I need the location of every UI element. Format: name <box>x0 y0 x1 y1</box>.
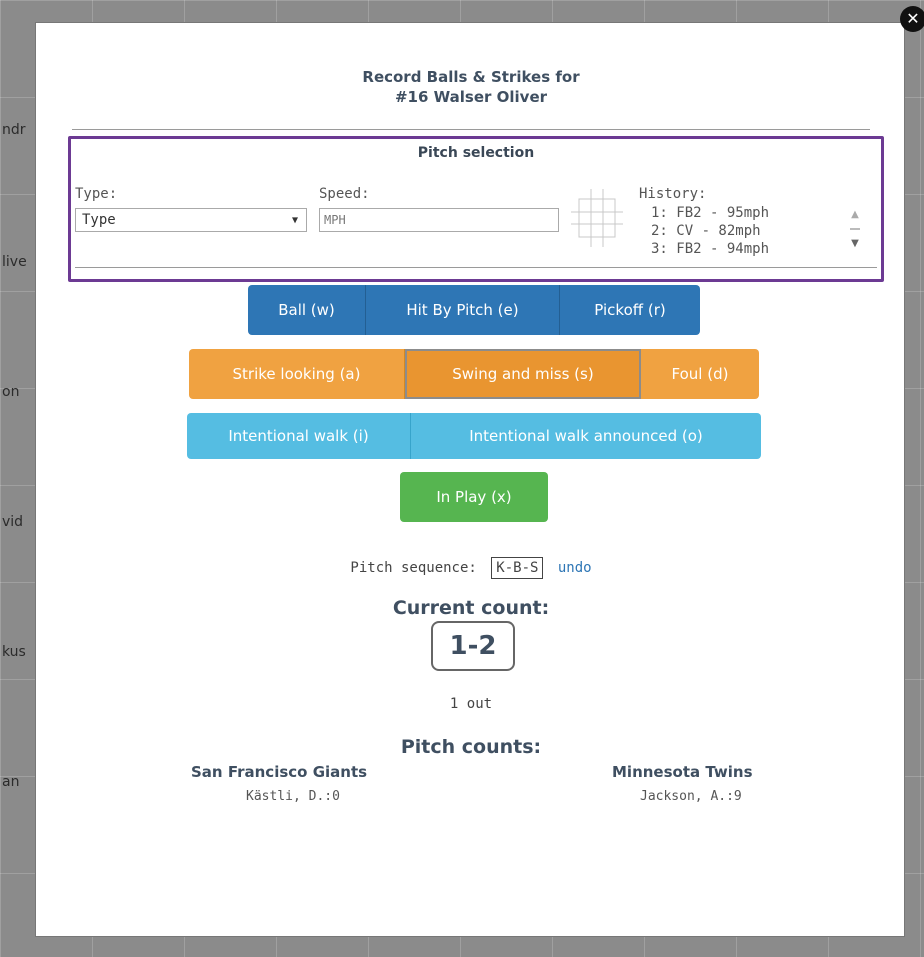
outs-text: 1 out <box>449 696 493 712</box>
pitch-type-value: Type <box>82 212 116 228</box>
background-row-label: live <box>2 254 27 270</box>
history-item: 2: CV - 82mph <box>651 223 761 239</box>
background-row-label: on <box>2 384 20 400</box>
close-icon[interactable]: ✕ <box>900 6 924 32</box>
divider <box>75 267 877 268</box>
history-scrollbar[interactable]: ▲ ▼ <box>846 209 864 255</box>
in-play-button[interactable]: In Play (x) <box>400 472 548 522</box>
home-team-name: San Francisco Giants <box>191 763 368 781</box>
history-item: 3: FB2 - 94mph <box>651 241 770 257</box>
current-count-title: Current count: <box>392 597 550 619</box>
pitch-history-list[interactable]: 1: FB2 - 95mph 2: CV - 82mph 3: FB2 - 94… <box>651 204 841 260</box>
modal-title-line2: #16 Walser Oliver <box>394 88 548 106</box>
pitch-selection-panel: Pitch selection Type: Type ▼ Speed: MPH … <box>68 136 884 282</box>
intentional-walk-button[interactable]: Intentional walk (i) <box>187 413 411 459</box>
pitch-selection-title: Pitch selection <box>417 145 535 161</box>
pickoff-button[interactable]: Pickoff (r) <box>560 285 700 335</box>
foul-button[interactable]: Foul (d) <box>641 349 759 399</box>
record-pitch-modal: Record Balls & Strikes for #16 Walser Ol… <box>35 22 905 937</box>
modal-title-line1: Record Balls & Strikes for <box>362 68 580 86</box>
walk-button-group: Intentional walk (i) Intentional walk an… <box>187 413 761 459</box>
pitch-sequence-value: K-B-S <box>491 557 544 579</box>
undo-link[interactable]: undo <box>558 560 592 576</box>
in-play-button-group: In Play (x) <box>400 472 548 522</box>
pitch-counts-title: Pitch counts: <box>400 736 542 758</box>
speed-input[interactable]: MPH <box>319 208 559 232</box>
modal-title: Record Balls & Strikes for #16 Walser Ol… <box>36 67 906 107</box>
pitch-sequence-label: Pitch sequence: <box>350 560 477 576</box>
intentional-walk-announced-button[interactable]: Intentional walk announced (o) <box>411 413 761 459</box>
current-count-value: 1-2 <box>431 621 515 671</box>
swing-and-miss-button[interactable]: Swing and miss (s) <box>405 349 641 399</box>
history-label: History: <box>639 186 707 202</box>
strike-button-group: Strike looking (a) Swing and miss (s) Fo… <box>189 349 759 399</box>
strike-looking-button[interactable]: Strike looking (a) <box>189 349 405 399</box>
type-label: Type: <box>75 186 118 202</box>
away-pitcher-count: Jackson, A.:9 <box>640 789 742 804</box>
strike-zone-icon[interactable] <box>571 187 623 249</box>
ball-button-group: Ball (w) Hit By Pitch (e) Pickoff (r) <box>248 285 700 335</box>
background-row-label: kus <box>2 644 26 660</box>
scroll-thumb[interactable] <box>850 228 860 230</box>
dropdown-arrow-icon: ▼ <box>291 215 298 226</box>
background-row-label: vid <box>2 514 24 530</box>
away-team-name: Minnesota Twins <box>612 763 753 781</box>
ball-button[interactable]: Ball (w) <box>248 285 366 335</box>
pitch-sequence-row: Pitch sequence: K-B-S undo <box>36 557 906 579</box>
speed-placeholder: MPH <box>324 213 346 227</box>
background-row-label: ndr <box>2 122 26 138</box>
hit-by-pitch-button[interactable]: Hit By Pitch (e) <box>366 285 560 335</box>
speed-label: Speed: <box>319 186 370 202</box>
divider <box>72 129 870 130</box>
scroll-down-icon[interactable]: ▼ <box>846 238 864 249</box>
pitch-type-select[interactable]: Type ▼ <box>75 208 307 232</box>
scroll-up-icon[interactable]: ▲ <box>846 209 864 220</box>
home-pitcher-count: Kästli, D.:0 <box>246 789 340 804</box>
background-row-label: an <box>2 774 20 790</box>
history-item: 1: FB2 - 95mph <box>651 205 770 221</box>
